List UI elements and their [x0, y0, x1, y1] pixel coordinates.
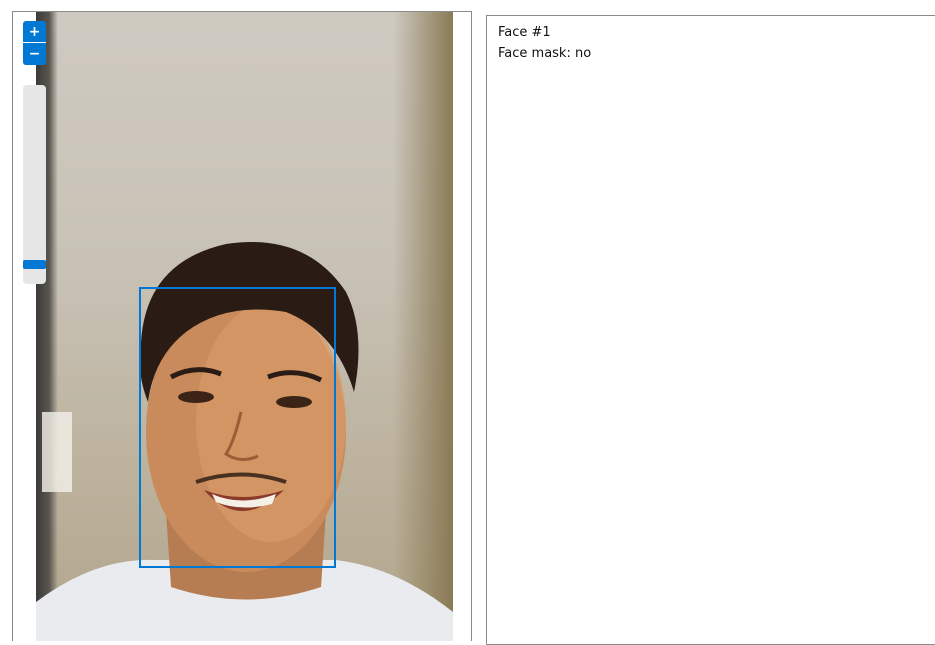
zoom-in-button[interactable]: + — [23, 21, 46, 43]
image-viewer: + − — [12, 11, 472, 641]
zoom-out-button[interactable]: − — [23, 43, 46, 65]
face-detection-box[interactable] — [139, 287, 336, 568]
zoom-slider-thumb[interactable] — [23, 260, 46, 269]
face-mask-status: Face mask: no — [498, 46, 592, 61]
face-title: Face #1 — [498, 25, 551, 40]
zoom-control: + − — [23, 21, 46, 65]
zoom-slider[interactable] — [23, 85, 46, 284]
results-panel: Face #1 Face mask: no — [486, 15, 935, 645]
